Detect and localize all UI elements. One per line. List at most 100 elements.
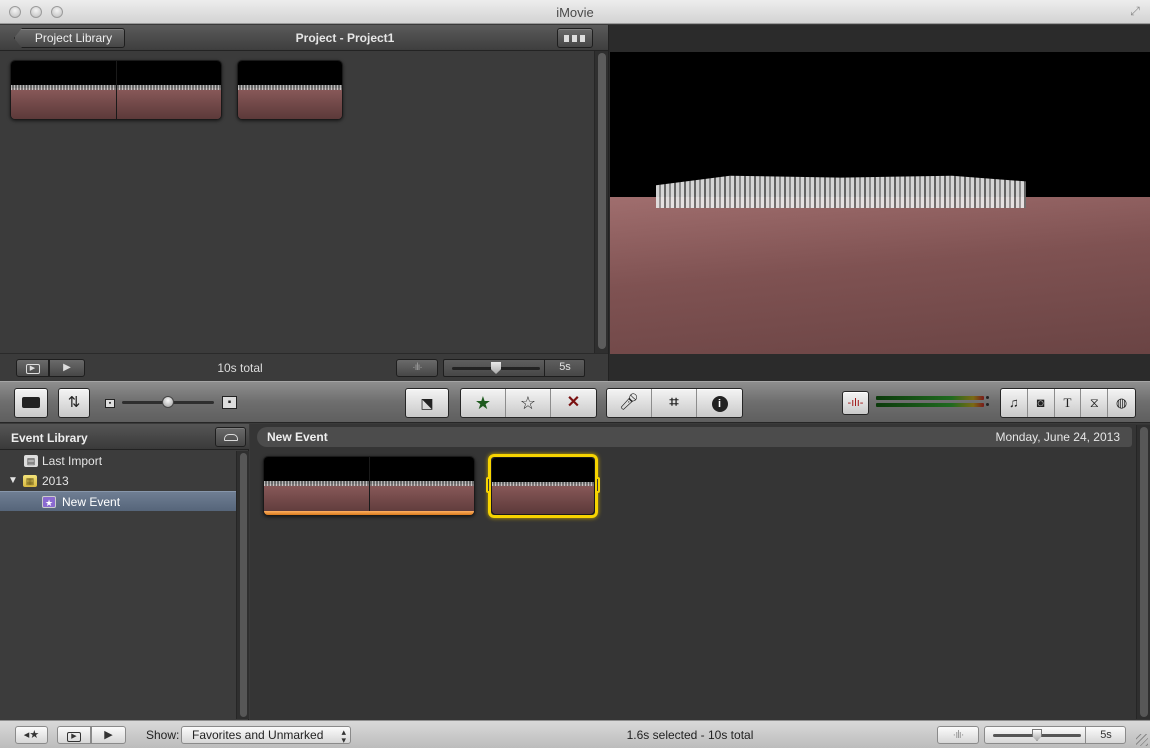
select-arrows-icon: ▴ ▾ bbox=[341, 727, 346, 745]
title-browser-button[interactable]: T bbox=[1055, 389, 1082, 417]
event-audio-waveform-toggle[interactable]: ·ılı· bbox=[937, 726, 979, 744]
title-t-icon: T bbox=[1063, 395, 1072, 410]
swap-events-projects-button[interactable]: ⇅ bbox=[58, 388, 90, 418]
project-library-button[interactable]: Project Library bbox=[14, 28, 125, 48]
show-filter-value: Favorites and Unmarked bbox=[192, 728, 324, 742]
add-to-project-button[interactable]: ⬔ bbox=[405, 388, 449, 418]
project-title: Project - Project1 bbox=[295, 31, 395, 45]
transition-icon: ⧖ bbox=[1089, 395, 1099, 410]
audio-level-meter bbox=[876, 395, 990, 409]
audio-skim-icon: -ılı- bbox=[847, 397, 864, 409]
play-icon: ▶ bbox=[104, 729, 113, 741]
project-view-toggle-button[interactable] bbox=[557, 28, 593, 48]
rating-button-group: ★ ☆ ✕ bbox=[460, 388, 597, 418]
event-library-title: Event Library bbox=[11, 431, 88, 445]
selection-status: 1.6s selected - 10s total bbox=[626, 728, 754, 742]
reject-button[interactable]: ✕ bbox=[551, 389, 596, 417]
calendar-icon: ▦ bbox=[23, 475, 37, 487]
large-thumbnail-icon: ▪ bbox=[222, 396, 237, 409]
thumbnail-size-slider-knob[interactable] bbox=[162, 396, 174, 408]
clip-selection-frame[interactable] bbox=[486, 454, 600, 518]
audio-skimming-button[interactable]: -ılı- bbox=[842, 391, 869, 415]
camera-import-button[interactable] bbox=[14, 388, 48, 418]
event-library-item-new-event[interactable]: ★ New Event bbox=[0, 491, 236, 511]
event-name: New Event bbox=[267, 430, 328, 444]
event-library-options-button[interactable] bbox=[215, 427, 246, 447]
selection-left-handle[interactable] bbox=[486, 477, 491, 493]
event-library-item-2013[interactable]: ▼ ▦ 2013 bbox=[0, 471, 236, 491]
event-clip-1[interactable] bbox=[263, 456, 475, 516]
filmstrip-icon bbox=[564, 35, 586, 42]
play-fullscreen-icon: ▶ bbox=[67, 732, 81, 742]
event-library-item-label: 2013 bbox=[42, 474, 69, 488]
project-total-duration: 10s total bbox=[217, 361, 263, 375]
small-thumbnail-icon: ▪ bbox=[105, 399, 115, 408]
project-scrollbar[interactable] bbox=[594, 51, 608, 353]
event-library-scrollbar[interactable] bbox=[236, 451, 249, 719]
show-filter-select[interactable]: Favorites and Unmarked ▴ ▾ bbox=[181, 726, 351, 745]
window-title: iMovie bbox=[556, 5, 594, 20]
waveform-icon: ·ılı· bbox=[412, 362, 423, 373]
event-zoom-slider[interactable]: 5s bbox=[984, 726, 1126, 744]
mark-favorite-button[interactable]: ★ bbox=[461, 389, 506, 417]
window-titlebar: iMovie ⤢ bbox=[0, 0, 1150, 24]
disclosure-triangle-icon[interactable]: ▼ bbox=[8, 471, 18, 491]
swap-icon: ⇅ bbox=[67, 394, 81, 411]
project-clip-1[interactable] bbox=[10, 60, 222, 120]
show-label: Show: bbox=[146, 728, 180, 742]
camera-icon bbox=[22, 397, 40, 408]
favorite-star-icon: ★ bbox=[474, 393, 492, 413]
event-library-item-last-import[interactable]: ▤ Last Import bbox=[0, 451, 236, 471]
selection-right-handle[interactable] bbox=[595, 477, 600, 493]
play-event-button[interactable]: ▶ bbox=[91, 726, 126, 744]
project-header: Project Library Project - Project1 bbox=[0, 25, 608, 51]
inspector-button[interactable]: i bbox=[697, 389, 742, 417]
event-zoom-value: 5s bbox=[1100, 729, 1112, 741]
reject-x-icon: ✕ bbox=[566, 394, 581, 411]
event-library-toggle-icon: ◂★ bbox=[23, 729, 40, 741]
photo-browser-button[interactable]: ◙ bbox=[1028, 389, 1055, 417]
viewer-video-frame[interactable] bbox=[610, 52, 1150, 354]
event-library-list: ▤ Last Import ▼ ▦ 2013 ★ New Event bbox=[0, 451, 236, 719]
edit-tools-group: 🎤︎ ⌗ i bbox=[606, 388, 743, 418]
unmark-button[interactable]: ☆ bbox=[506, 389, 551, 417]
last-import-icon: ▤ bbox=[24, 455, 38, 467]
drive-icon bbox=[223, 434, 238, 441]
fullscreen-icon[interactable]: ⤢ bbox=[1128, 4, 1142, 18]
project-zoom-value: 5s bbox=[559, 361, 571, 373]
play-project-button[interactable]: ▶ bbox=[49, 359, 85, 377]
globe-icon: ◍ bbox=[1115, 395, 1128, 410]
play-fullscreen-icon: ▶ bbox=[25, 364, 40, 374]
project-zoom-slider[interactable]: 5s bbox=[443, 359, 585, 377]
waveform-icon: ·ılı· bbox=[952, 729, 965, 741]
event-browser-scrollbar[interactable] bbox=[1136, 425, 1150, 719]
music-icon: ♫ bbox=[1009, 395, 1019, 410]
transition-browser-button[interactable]: ⧖ bbox=[1081, 389, 1109, 417]
window-resize-grip[interactable] bbox=[1136, 734, 1148, 746]
audio-waveform-toggle[interactable]: ·ılı· bbox=[396, 359, 438, 377]
microphone-icon: 🎤︎ bbox=[618, 394, 640, 411]
import-icon: ⬔ bbox=[420, 395, 434, 411]
favorite-marker-bar bbox=[264, 511, 474, 515]
music-browser-button[interactable]: ♫ bbox=[1001, 389, 1028, 417]
camera-photo-icon: ◙ bbox=[1036, 395, 1045, 410]
show-event-library-button[interactable]: ◂★ bbox=[15, 726, 48, 744]
crop-button[interactable]: ⌗ bbox=[652, 389, 697, 417]
browser-toggle-group: ♫ ◙ T ⧖ ◍ bbox=[1000, 388, 1136, 418]
voiceover-button[interactable]: 🎤︎ bbox=[607, 389, 652, 417]
event-library-item-label: Last Import bbox=[42, 454, 103, 468]
event-date: Monday, June 24, 2013 bbox=[995, 430, 1120, 444]
play-icon: ▶ bbox=[63, 362, 71, 373]
play-project-fullscreen-button[interactable]: ▶ bbox=[16, 359, 49, 377]
unmark-star-icon: ☆ bbox=[519, 393, 537, 413]
event-library-header: Event Library bbox=[0, 424, 249, 450]
bottom-bar: ◂★ ▶ ▶ Show: Favorites and Unmarked ▴ ▾ 1… bbox=[0, 720, 1150, 748]
project-clip-2[interactable] bbox=[237, 60, 343, 120]
map-browser-button[interactable]: ◍ bbox=[1108, 389, 1135, 417]
crop-icon: ⌗ bbox=[669, 394, 679, 411]
info-icon: i bbox=[711, 396, 728, 412]
event-library-item-label: New Event bbox=[62, 495, 121, 509]
event-header: New Event Monday, June 24, 2013 bbox=[257, 427, 1132, 447]
event-star-icon: ★ bbox=[42, 496, 56, 508]
play-event-fullscreen-button[interactable]: ▶ bbox=[57, 726, 91, 744]
